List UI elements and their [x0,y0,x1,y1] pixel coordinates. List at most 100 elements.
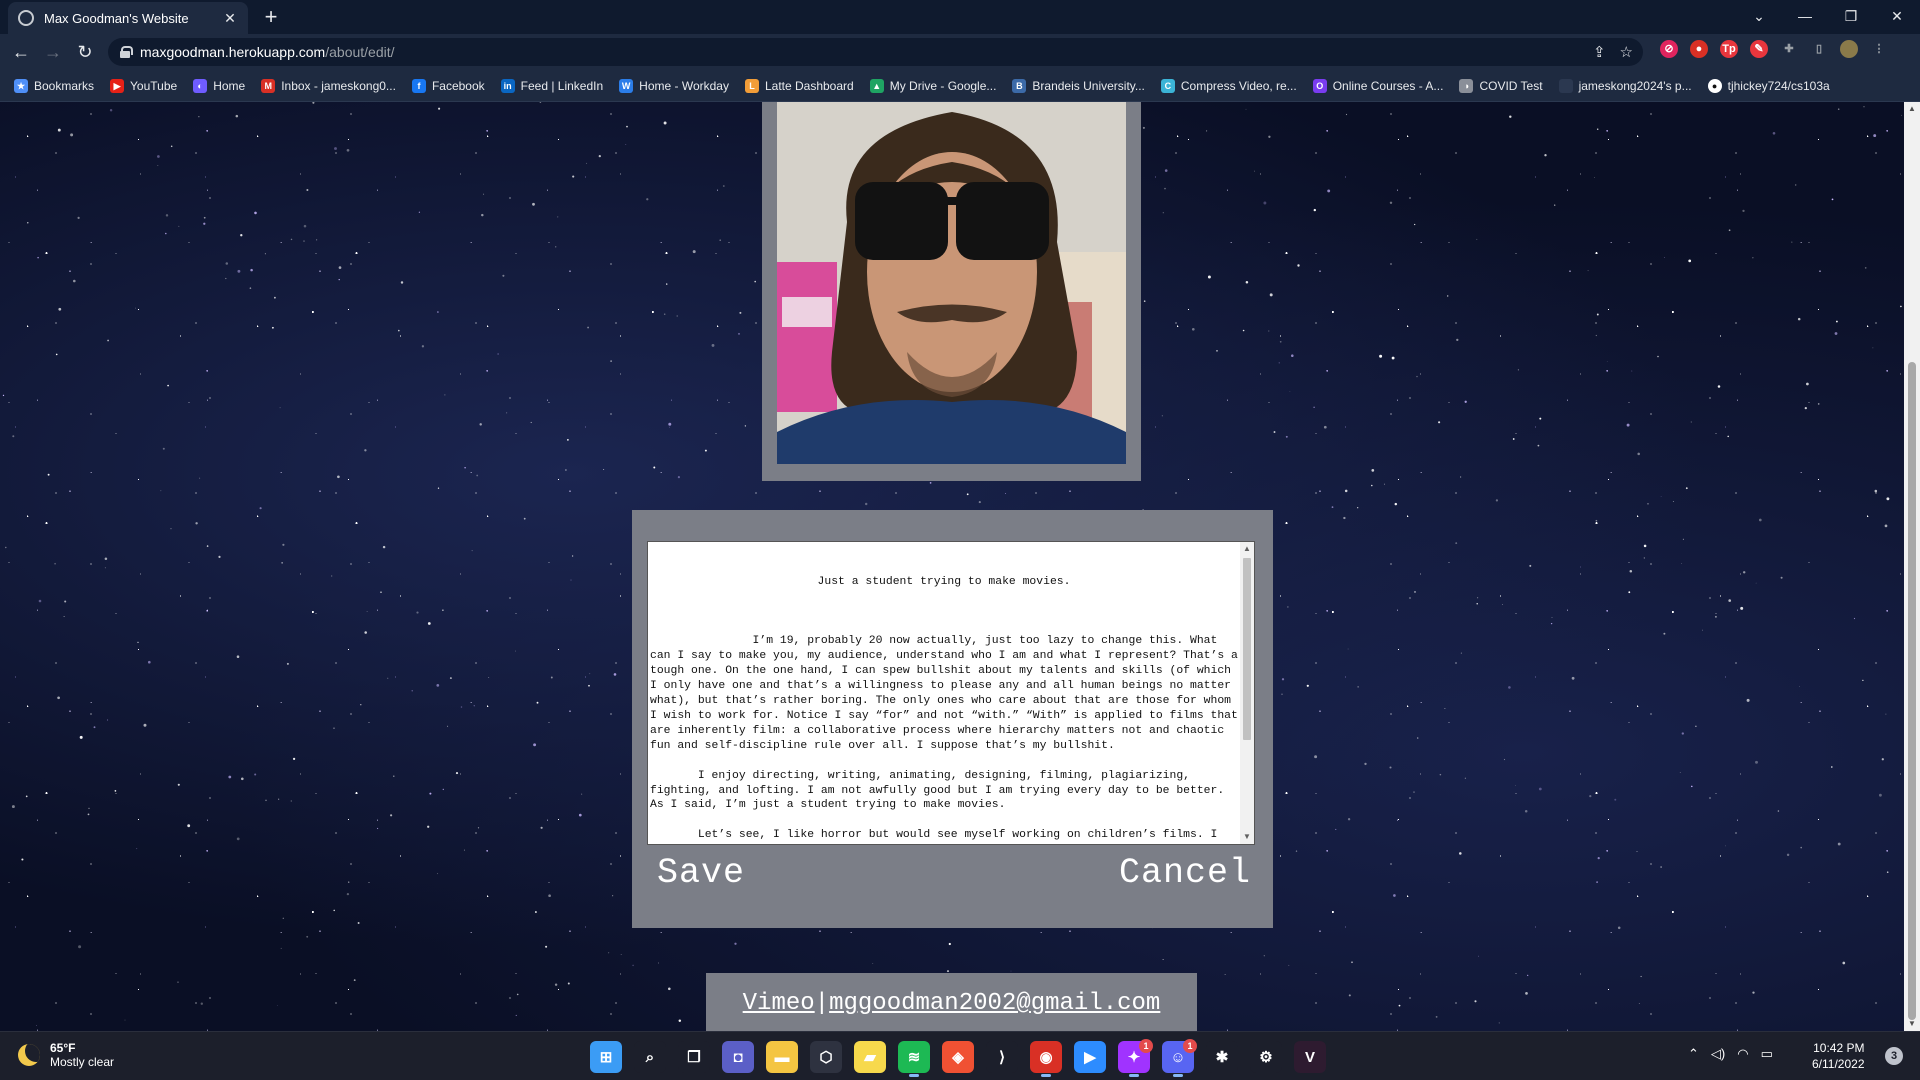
scroll-thumb[interactable] [1243,558,1251,740]
bookmark-item[interactable]: ▲ My Drive - Google... [869,78,996,93]
ext-pen-icon[interactable]: ✎ [1750,40,1768,58]
bookmark-star-icon[interactable]: ☆ [1620,43,1633,61]
teams-chat-icon[interactable]: ◘ [722,1041,754,1073]
notification-badge[interactable]: 3 [1885,1047,1903,1065]
vegas-icon[interactable]: V [1294,1041,1326,1073]
taskbar-apps: ⊞ ⌕ ❐ ◘ ▬ ⬡ ▰ ≋ ◈ ⟩ ◉ ▶ ✦ 1 ☺ 1 ✱ ⚙ V [590,1039,1326,1077]
scroll-down-arrow-icon[interactable]: ▼ [1240,830,1254,844]
slack-icon[interactable]: ✱ [1206,1041,1238,1073]
vimeo-link[interactable]: Vimeo [743,990,815,1031]
zoom-icon[interactable]: ▶ [1074,1041,1106,1073]
profile-avatar[interactable] [1840,40,1858,58]
github-icon: ● [1707,78,1722,93]
extensions-area: ⊘ ● Tp ✎ ✚ ▯ ⋮ [1660,40,1888,58]
about-edit-card: Just a student trying to make movies. I’… [632,510,1273,928]
vscode-glyph: ⟩ [999,1049,1005,1066]
restore-button[interactable]: ❐ [1828,0,1874,34]
bookmark-item[interactable]: ★ Bookmarks [14,78,94,93]
profile-photo [777,102,1126,464]
spotify-icon[interactable]: ≋ [898,1041,930,1077]
discord-icon[interactable]: ☺ 1 [1162,1039,1197,1077]
tab-max-goodman[interactable]: Max Goodman's Website ✕ [8,2,248,34]
zoom-glyph: ▶ [1084,1049,1096,1066]
bookmark-item[interactable]: ◐ Home [193,78,246,93]
youtube-icon: ▶ [110,78,125,93]
windows-taskbar: 65°F Mostly clear ⊞ ⌕ ❐ ◘ ▬ ⬡ ▰ ≋ ◈ ⟩ ◉ ▶ ✦ 1 ☺ 1 ✱ ⚙ V ⌃ … [0,1031,1920,1080]
sticky-notes-icon[interactable]: ▰ [854,1041,886,1073]
forward-button[interactable]: → [40,40,66,64]
reload-button[interactable]: ↻ [72,40,98,64]
bookmark-item[interactable]: in Feed | LinkedIn [500,78,603,93]
save-button[interactable]: Save [657,853,745,893]
new-tab-button[interactable]: + [258,4,284,30]
email-link[interactable]: mggoodman2002@gmail.com [829,990,1160,1031]
url-path: /about/edit/ [325,44,395,60]
bookmark-item[interactable]: jameskong2024's p... [1558,78,1692,93]
globe-icon [18,10,34,26]
ext-shield-icon[interactable]: ● [1690,40,1708,58]
messenger-icon[interactable]: ✦ 1 [1118,1039,1153,1077]
bookmark-label: Home [213,78,246,93]
lock-icon[interactable] [120,46,133,58]
task-view-glyph: ❐ [687,1049,701,1066]
clock-time: 10:42 PM [1813,1041,1865,1055]
weather-widget[interactable]: 65°F Mostly clear [18,1041,114,1069]
browser-toolbar: ← → ↻ maxgoodman.herokuapp.com/about/edi… [0,34,1920,70]
bookmark-item[interactable]: B Brandeis University... [1012,78,1145,93]
messenger-glyph: ✦ [1127,1049,1141,1066]
minimize-button[interactable]: — [1782,0,1828,34]
bookmark-item[interactable]: L Latte Dashboard [744,78,854,93]
puzzle-icon[interactable]: ✚ [1780,40,1798,58]
about-textarea[interactable]: Just a student trying to make movies. I’… [647,541,1255,845]
scroll-up-arrow-icon[interactable]: ▲ [1904,102,1920,116]
chrome-icon[interactable]: ◉ [1030,1041,1062,1077]
sticky-notes-glyph: ▰ [864,1049,876,1066]
close-tab-icon[interactable]: ✕ [222,10,238,27]
system-clock[interactable]: 10:42 PM 6/11/2022 [1812,1040,1865,1072]
bookmark-item[interactable]: f Facebook [411,78,485,93]
textarea-scrollbar[interactable]: ▲ ▼ [1240,542,1254,844]
tray-chevron-icon[interactable]: ⌃ [1688,1046,1699,1062]
ext-tp-icon[interactable]: Tp [1720,40,1738,58]
moon-icon [18,1044,40,1066]
back-button[interactable]: ← [8,40,34,64]
scroll-down-arrow-icon[interactable]: ▼ [1904,1017,1920,1031]
page-scrollbar[interactable]: ▲ ▼ [1904,102,1920,1031]
close-window-button[interactable]: ✕ [1874,0,1920,34]
bookmark-item[interactable]: ◑ COVID Test [1459,78,1543,93]
slack-glyph: ✱ [1215,1049,1229,1066]
bookmark-item[interactable]: C Compress Video, re... [1160,78,1297,93]
bookmark-item[interactable]: ● tjhickey724/cs103a [1707,78,1830,93]
battery-icon[interactable]: ▭ [1761,1046,1773,1062]
tab-search-icon[interactable]: ⌄ [1736,0,1782,34]
address-bar[interactable]: maxgoodman.herokuapp.com/about/edit/ ⇪ ☆ [108,38,1643,66]
file-explorer-icon[interactable]: ▬ [766,1041,798,1073]
git-icon[interactable]: ◈ [942,1041,974,1073]
ext-block-icon[interactable]: ⊘ [1660,40,1678,58]
wifi-icon[interactable]: ◠ [1737,1046,1748,1062]
steam-icon[interactable]: ⚙ [1250,1041,1282,1073]
menu-icon[interactable]: ⋮ [1870,40,1888,58]
bookmark-item[interactable]: W Home - Workday [619,78,729,93]
page-scroll-thumb[interactable] [1908,362,1916,1020]
bookmark-item[interactable]: ▶ YouTube [110,78,177,93]
cancel-button[interactable]: Cancel [1119,853,1251,893]
bookmark-label: Home - Workday [639,78,729,93]
bookmark-label: tjhickey724/cs103a [1727,78,1830,93]
weather-condition: Mostly clear [50,1055,115,1069]
page-viewport: Just a student trying to make movies. I’… [0,102,1904,1031]
chrome-glyph: ◉ [1039,1049,1053,1066]
search-icon[interactable]: ⌕ [634,1041,666,1073]
bookmark-label: Facebook [431,78,485,93]
speaker-icon[interactable]: ◁) [1711,1046,1725,1062]
scroll-up-arrow-icon[interactable]: ▲ [1240,542,1254,556]
bookmark-item[interactable]: M Inbox - jameskong0... [261,78,396,93]
sidepanel-icon[interactable]: ▯ [1810,40,1828,58]
latte-icon: L [744,78,759,93]
vscode-icon[interactable]: ⟩ [986,1041,1018,1073]
start-icon[interactable]: ⊞ [590,1041,622,1073]
unity-icon[interactable]: ⬡ [810,1041,842,1073]
share-icon[interactable]: ⇪ [1593,43,1606,61]
task-view-icon[interactable]: ❐ [678,1041,710,1073]
bookmark-item[interactable]: O Online Courses - A... [1312,78,1443,93]
